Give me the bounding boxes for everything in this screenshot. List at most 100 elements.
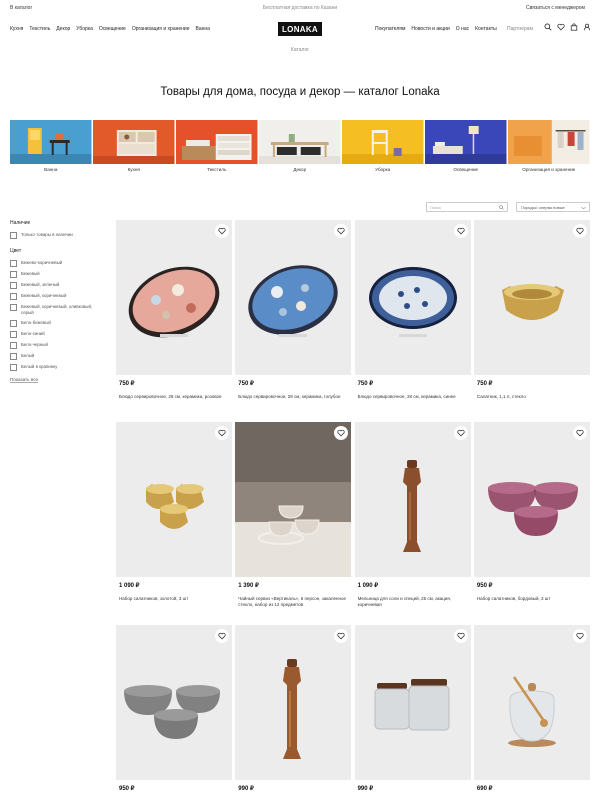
checkbox[interactable] bbox=[10, 353, 17, 360]
category-cleaning[interactable]: Уборка bbox=[342, 120, 424, 172]
product-card[interactable]: 750 ₽ Блюдо сервировочное, 28 см, керами… bbox=[354, 220, 471, 400]
product-image[interactable] bbox=[116, 422, 232, 577]
checkbox[interactable] bbox=[10, 260, 17, 267]
favorite-button[interactable] bbox=[572, 224, 587, 238]
product-card[interactable]: 1 090 ₽ Мельница для соли и специй, 25 с… bbox=[354, 422, 471, 608]
category-kitchen[interactable]: Кухня bbox=[93, 120, 175, 172]
nav-item-kitchen[interactable]: Кухня bbox=[10, 26, 23, 32]
filter-color-option[interactable]: Бежевый bbox=[10, 271, 105, 278]
user-icon[interactable] bbox=[583, 23, 591, 31]
favorite-button[interactable] bbox=[215, 426, 229, 440]
filter-color-option[interactable]: Бело-синий bbox=[10, 331, 105, 338]
filter-in-stock[interactable]: Только товары в наличии bbox=[10, 232, 105, 239]
nav-item-decor[interactable]: Декор bbox=[56, 26, 70, 32]
category-storage[interactable]: Организация и хранение bbox=[508, 120, 590, 172]
nav-item-contacts[interactable]: Контакты bbox=[475, 26, 497, 32]
product-name[interactable]: Блюдо сервировочное, 28 см, керамика, си… bbox=[358, 394, 466, 400]
product-name[interactable]: Набор салатников, бордовый, 3 шт bbox=[477, 596, 585, 602]
nav-item-storage[interactable]: Организация и хранение bbox=[132, 26, 190, 32]
filter-color-option[interactable]: Бело-черный bbox=[10, 342, 105, 349]
filter-color-option[interactable]: Бежевый, коричневый bbox=[10, 293, 105, 300]
product-image[interactable] bbox=[473, 220, 590, 375]
checkbox[interactable] bbox=[10, 293, 17, 300]
checkbox[interactable] bbox=[10, 331, 17, 338]
heart-icon bbox=[337, 227, 345, 235]
filter-color-option[interactable]: Бежево-коричневый bbox=[10, 260, 105, 267]
nav-item-customers[interactable]: Покупателям bbox=[375, 26, 405, 32]
nav-item-bath[interactable]: Ванна bbox=[195, 26, 209, 32]
product-image[interactable] bbox=[235, 220, 352, 375]
category-label: Организация и хранение bbox=[522, 167, 576, 172]
product-image[interactable] bbox=[354, 422, 471, 577]
filter-color-option[interactable]: Бело-бежевый bbox=[10, 320, 105, 327]
nav-item-lighting[interactable]: Освещение bbox=[99, 26, 126, 32]
checkbox[interactable] bbox=[10, 320, 17, 327]
checkbox[interactable] bbox=[10, 304, 17, 311]
sort-value: Порядок: сперва новые bbox=[521, 205, 565, 210]
favorite-button[interactable] bbox=[572, 629, 587, 643]
product-image[interactable] bbox=[116, 625, 232, 780]
product-image[interactable] bbox=[354, 220, 471, 375]
product-image[interactable] bbox=[473, 422, 590, 577]
product-image[interactable] bbox=[354, 625, 471, 780]
category-decor[interactable]: Декор bbox=[259, 120, 341, 172]
bag-icon[interactable] bbox=[570, 23, 578, 31]
category-bath[interactable]: Ванна bbox=[10, 120, 92, 172]
product-card[interactable]: 990 ₽ bbox=[235, 625, 352, 792]
nav-item-news[interactable]: Новости и акции bbox=[411, 26, 449, 32]
contact-manager-link[interactable]: Связаться с менеджером bbox=[526, 5, 585, 11]
filter-color-option[interactable]: Бежевый, коричневый, оливковый, серый bbox=[10, 304, 105, 316]
favorite-button[interactable] bbox=[453, 224, 468, 238]
product-image[interactable] bbox=[473, 625, 590, 780]
favorite-button[interactable] bbox=[572, 426, 587, 440]
favorite-button[interactable] bbox=[453, 629, 468, 643]
search-input[interactable]: Поиск bbox=[426, 202, 508, 212]
product-name[interactable]: Салатник, 1,1 л, стекло bbox=[477, 394, 585, 400]
checkbox[interactable] bbox=[10, 271, 17, 278]
show-all-link[interactable]: Показать все bbox=[10, 377, 39, 383]
nav-item-about[interactable]: О нас bbox=[456, 26, 469, 32]
category-label: Декор bbox=[293, 167, 307, 172]
product-card[interactable]: 750 ₽ Блюдо сервировочное, 28 см, керами… bbox=[235, 220, 352, 400]
product-name[interactable]: Блюдо сервировочное, 28 см, керамика, ро… bbox=[119, 394, 227, 400]
nav-item-textile[interactable]: Текстиль bbox=[29, 26, 50, 32]
filter-color-option[interactable]: Бежевый, зеленый bbox=[10, 282, 105, 289]
product-name[interactable]: Набор салатников, золотой, 3 шт bbox=[119, 596, 227, 602]
heart-icon[interactable] bbox=[557, 23, 565, 31]
favorite-button[interactable] bbox=[215, 224, 229, 238]
product-name[interactable]: Чайный сервиз «Вертикаль», 6 персон, зак… bbox=[238, 596, 346, 608]
sort-select[interactable]: Порядок: сперва новые bbox=[516, 202, 590, 212]
product-image[interactable] bbox=[235, 422, 352, 577]
category-image bbox=[259, 120, 341, 164]
product-card[interactable]: 950 ₽ bbox=[116, 625, 232, 792]
product-name[interactable]: Блюдо сервировочное, 28 см, керамика, го… bbox=[238, 394, 346, 400]
partners-link[interactable]: Партнерам bbox=[507, 26, 533, 32]
product-card[interactable]: 1 390 ₽ Чайный сервиз «Вертикаль», 6 пер… bbox=[235, 422, 352, 608]
product-card[interactable]: 950 ₽ Набор салатников, бордовый, 3 шт bbox=[473, 422, 590, 602]
filter-color-option[interactable]: Белый в крапинку bbox=[10, 364, 105, 371]
product-card[interactable]: 690 ₽ bbox=[473, 625, 590, 792]
logo[interactable]: LONAKA bbox=[278, 22, 322, 36]
product-card[interactable]: 1 090 ₽ Набор салатников, золотой, 3 шт bbox=[116, 422, 232, 602]
product-name[interactable]: Мельница для соли и специй, 25 см, акаци… bbox=[358, 596, 466, 608]
product-image[interactable] bbox=[235, 625, 352, 780]
breadcrumb[interactable]: Каталог bbox=[0, 47, 600, 53]
nav-item-cleaning[interactable]: Уборка bbox=[76, 26, 93, 32]
filter-color-option[interactable]: Белый bbox=[10, 353, 105, 360]
main-nav: Кухня Текстиль Декор Уборка Освещение Ор… bbox=[0, 18, 600, 40]
product-image[interactable] bbox=[116, 220, 232, 375]
favorite-button[interactable] bbox=[215, 629, 229, 643]
checkbox[interactable] bbox=[10, 282, 17, 289]
favorite-button[interactable] bbox=[453, 426, 468, 440]
category-image bbox=[425, 120, 507, 164]
checkbox[interactable] bbox=[10, 364, 17, 371]
category-textile[interactable]: Текстиль bbox=[176, 120, 258, 172]
search-icon[interactable] bbox=[499, 205, 504, 210]
product-card[interactable]: 750 ₽ Салатник, 1,1 л, стекло bbox=[473, 220, 590, 400]
category-lighting[interactable]: Освещение bbox=[425, 120, 507, 172]
checkbox[interactable] bbox=[10, 232, 17, 239]
checkbox[interactable] bbox=[10, 342, 17, 349]
search-icon[interactable] bbox=[544, 23, 552, 31]
product-card[interactable]: 750 ₽ Блюдо сервировочное, 28 см, керами… bbox=[116, 220, 232, 400]
product-card[interactable]: 990 ₽ bbox=[354, 625, 471, 792]
